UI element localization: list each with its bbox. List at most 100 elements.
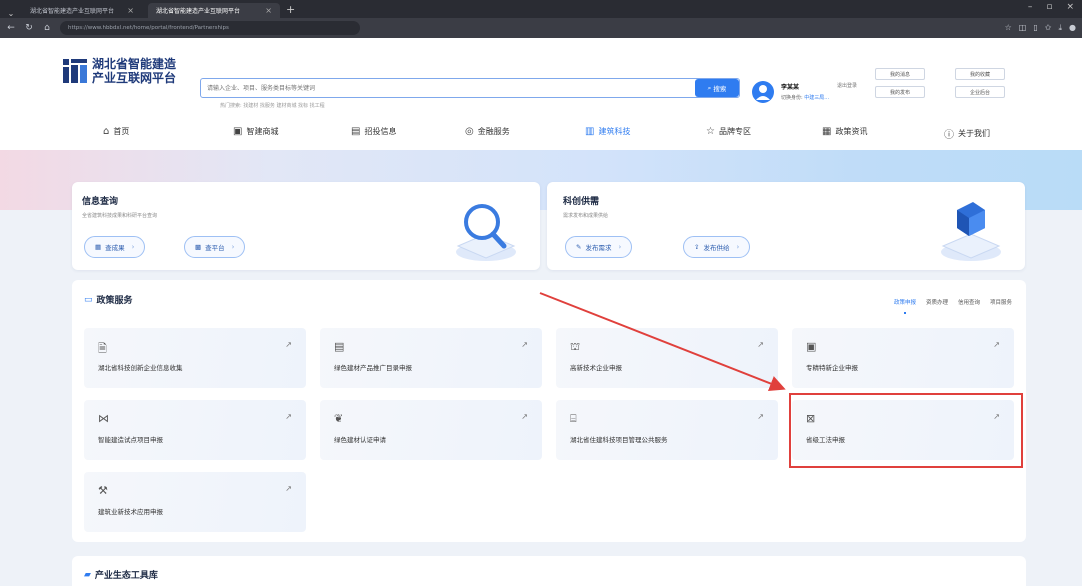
certificate-icon: ▣: [806, 340, 817, 353]
site-logo[interactable]: 湖北省智能建造 产业互联网平台: [62, 56, 176, 86]
arrow-up-right-icon: ↗: [285, 412, 292, 421]
tab-credit-query[interactable]: 信用查询: [958, 298, 980, 306]
upload-icon: ⇪: [694, 243, 700, 251]
search-icon: ⌕: [707, 83, 712, 92]
nav-item-policy-news[interactable]: ▦ 政策资讯: [822, 126, 867, 137]
service-label: 智能建造试点项目申报: [98, 436, 163, 444]
leaf-icon: ❦: [334, 412, 344, 425]
arrow-up-right-icon: ↗: [993, 340, 1000, 349]
close-icon[interactable]: ×: [127, 6, 134, 15]
user-role: 切换身份: 中建三局...: [781, 94, 829, 101]
chevron-right-icon: ›: [736, 243, 740, 251]
extension-icons: ☆ ◫ ▯ ✩ ⤓ ●: [1005, 23, 1076, 33]
query-results-button[interactable]: ▦ 查成果 ›: [84, 236, 146, 258]
nav-item-shop[interactable]: ▣ 智建商城: [233, 126, 278, 137]
service-item-tech-project-management[interactable]: ⌸ ↗ 湖北省住建科技项目管理公共服务: [556, 400, 778, 460]
quick-button-admin[interactable]: 企业后台: [955, 86, 1005, 98]
back-icon[interactable]: ←: [6, 23, 16, 33]
service-item-high-tech-enterprise[interactable]: ⛫ ↗ 高新技术企业申报: [556, 328, 778, 388]
nav-label: 政策资讯: [835, 127, 868, 136]
pill-label: 查成果: [105, 244, 125, 252]
quick-button-published[interactable]: 我的发布: [875, 86, 925, 98]
service-label: 湖北省住建科技项目管理公共服务: [570, 436, 668, 444]
tab-qualification[interactable]: 资质办理: [926, 298, 948, 306]
url-field[interactable]: https://www.hbbdxl.net/home/portal/front…: [60, 21, 360, 35]
window-controls: – ▫ ×: [1028, 2, 1074, 12]
new-tab-button[interactable]: +: [286, 3, 295, 18]
minimize-icon[interactable]: –: [1028, 2, 1033, 12]
publish-demand-button[interactable]: ✎ 发布需求 ›: [565, 236, 633, 258]
pill-label: 查平台: [205, 244, 225, 252]
magnifier-illustration-icon: [456, 204, 516, 261]
search-box: [200, 78, 740, 98]
chevron-right-icon: ›: [231, 243, 235, 251]
quick-button-label: 我的发布: [889, 89, 910, 96]
reload-icon[interactable]: ↻: [24, 23, 34, 33]
nav-item-finance[interactable]: ◎ 金融服务: [465, 126, 510, 137]
home-icon[interactable]: ⌂: [42, 23, 52, 33]
site-header: 湖北省智能建造 产业互联网平台 ⌕ 搜索 热门搜索: 找建材 找服务 建材商城 …: [0, 38, 1082, 150]
service-label: 专精特新企业申报: [806, 364, 858, 372]
section-title: ▭ 政策服务: [84, 293, 133, 307]
search-button[interactable]: ⌕ 搜索: [695, 79, 739, 97]
publish-supply-button[interactable]: ⇪ 发布供给 ›: [683, 236, 751, 258]
user-name: 李某某: [781, 84, 800, 91]
service-label: 建筑业新技术应用申报: [98, 508, 163, 516]
service-item-green-materials-certification[interactable]: ❦ ↗ 绿色建材认证申请: [320, 400, 542, 460]
service-item-specialized-enterprise[interactable]: ▣ ↗ 专精特新企业申报: [792, 328, 1014, 388]
service-item-smart-construction-pilot[interactable]: ⋈ ↗ 智能建造试点项目申报: [84, 400, 306, 460]
query-platform-button[interactable]: ▩ 查平台 ›: [184, 236, 246, 258]
ecosystem-tools-section: ▰ 产业生态工具库: [72, 556, 1026, 586]
nav-label: 品牌专区: [718, 127, 751, 136]
tab-project-service[interactable]: 项目服务: [990, 298, 1012, 306]
section-title: ▰ 产业生态工具库: [84, 568, 158, 582]
arrow-up-right-icon: ↗: [521, 340, 528, 349]
quick-button-favorites[interactable]: 我的收藏: [955, 68, 1005, 80]
card-title: 科创供需: [563, 197, 600, 207]
quick-button-label: 我的消息: [889, 71, 910, 78]
role-switch[interactable]: 中建三局...: [804, 95, 829, 101]
nav-item-about[interactable]: ⓘ 关于我们: [944, 126, 990, 141]
bookmark-icon[interactable]: ☆: [1005, 23, 1012, 33]
arrow-up-right-icon: ↗: [757, 412, 764, 421]
logout-link[interactable]: 退出登录: [837, 82, 857, 89]
nav-label: 智建商城: [246, 127, 279, 136]
document-icon: 🗎: [98, 342, 107, 355]
nav-item-bids[interactable]: ▤ 招投信息: [351, 126, 396, 137]
bank-icon: ⌸: [570, 412, 577, 425]
card-subtitle: 需求发布和成果供给: [563, 213, 609, 219]
service-label: 湖北省科技创新企业信息收集: [98, 364, 183, 372]
service-item-green-materials-catalog[interactable]: ▤ ↗ 绿色建材产品推广目录申报: [320, 328, 542, 388]
avatar[interactable]: [752, 81, 774, 103]
browser-tab-2[interactable]: 湖北省智能建造产业互联网平台 ×: [148, 3, 280, 18]
logo-text: 湖北省智能建造 产业互联网平台: [92, 57, 176, 85]
news-icon: ▦: [822, 126, 832, 137]
nav-item-brand[interactable]: ☆ 品牌专区: [706, 126, 751, 137]
quick-button-messages[interactable]: 我的消息: [875, 68, 925, 80]
arrow-up-right-icon: ↗: [521, 412, 528, 421]
favorites-icon[interactable]: ✩: [1045, 23, 1052, 33]
extension-icon[interactable]: ◫: [1019, 23, 1027, 33]
chevron-right-icon: ›: [618, 243, 622, 251]
hot-search-words: 热门搜索: 找建材 找服务 建材商城 找标 找工程: [220, 103, 325, 109]
nav-item-home[interactable]: ⌂ 首页: [103, 126, 129, 137]
tab-policy-apply[interactable]: 政策申报: [894, 298, 916, 314]
profile-icon[interactable]: ●: [1069, 23, 1076, 33]
close-icon[interactable]: ×: [265, 6, 272, 15]
quick-button-label: 企业后台: [969, 89, 990, 96]
network-icon: ⋈: [98, 412, 109, 425]
browser-menu-icon[interactable]: ⌄: [6, 9, 16, 18]
nav-item-tech[interactable]: ▥ 建筑科技: [585, 126, 630, 137]
maximize-icon[interactable]: ▫: [1046, 2, 1052, 12]
browser-tab-bar: ⌄ 湖北省智能建造产业互联网平台 × 湖北省智能建造产业互联网平台 × + – …: [0, 0, 1082, 18]
search-input[interactable]: [201, 79, 681, 97]
downloads-icon[interactable]: ⤓: [1058, 23, 1062, 33]
service-item-tech-innovation-info[interactable]: 🗎 ↗ 湖北省科技创新企业信息收集: [84, 328, 306, 388]
close-window-icon[interactable]: ×: [1066, 2, 1074, 12]
tech-supply-card: 科创供需 需求发布和成果供给 ✎ 发布需求 › ⇪ 发布供给 ›: [547, 182, 1025, 270]
pill-label: 发布需求: [585, 244, 612, 252]
browser-tab-1[interactable]: 湖北省智能建造产业互联网平台 ×: [22, 3, 142, 18]
split-icon[interactable]: ▯: [1033, 23, 1037, 33]
tab-title: 湖北省智能建造产业互联网平台: [156, 8, 241, 15]
service-item-new-tech-application[interactable]: ⚒ ↗ 建筑业新技术应用申报: [84, 472, 306, 532]
